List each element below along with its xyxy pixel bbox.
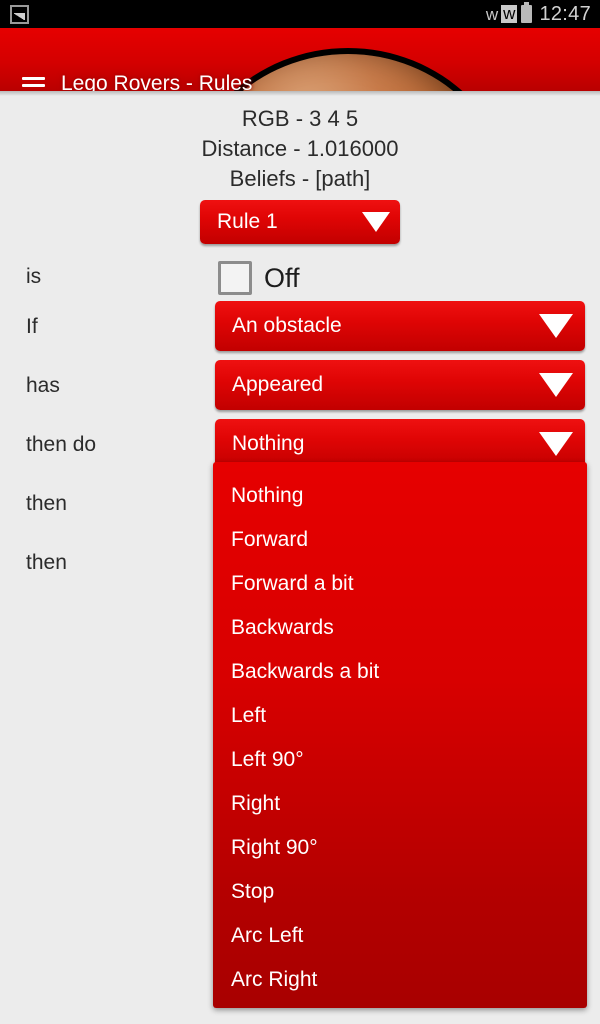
chevron-down-icon: [539, 314, 573, 338]
dropdown-option[interactable]: Forward a bit: [213, 562, 587, 606]
dropdown-option[interactable]: Nothing: [213, 474, 587, 518]
page-title: Lego Rovers - Rules: [61, 72, 253, 91]
row-label-if: If: [26, 315, 38, 338]
rule-enabled-state-label: Off: [264, 263, 300, 293]
image-icon: [10, 4, 29, 24]
dropdown-option[interactable]: Arc Left: [213, 914, 587, 958]
dropdown-option[interactable]: Stop: [213, 870, 587, 914]
status-bar: w w 12:47: [0, 0, 600, 28]
bluetooth-icon: w: [485, 4, 498, 24]
app-root: w w 12:47 Lego Rovers - Rules RGB - 3 4 …: [0, 0, 600, 1024]
dropdown-option[interactable]: Right 90°: [213, 826, 587, 870]
status-bar-left: [0, 4, 29, 24]
dropdown-option[interactable]: Backwards: [213, 606, 587, 650]
sensor-readouts: RGB - 3 4 5 Distance - 1.016000 Beliefs …: [0, 104, 600, 194]
dropdown-option[interactable]: Backwards a bit: [213, 650, 587, 694]
row-label-then-1: then: [26, 492, 67, 515]
status-bar-clock: 12:47: [539, 2, 591, 25]
dropdown-option[interactable]: Left 90°: [213, 738, 587, 782]
rgb-readout: RGB - 3 4 5: [241, 106, 359, 131]
dropdown-option[interactable]: Left: [213, 694, 587, 738]
if-condition-spinner[interactable]: An obstacle: [215, 301, 585, 351]
row-label-then-2: then: [26, 551, 67, 574]
rule-selector-spinner[interactable]: Rule 1: [200, 200, 400, 244]
has-condition-value: Appeared: [232, 373, 324, 396]
dropdown-option[interactable]: Arc Right: [213, 958, 587, 1002]
row-label-then-do: then do: [26, 433, 97, 456]
dropdown-option[interactable]: Right: [213, 782, 587, 826]
bluetooth-connected-icon: w: [501, 4, 518, 23]
then-do-action-value: Nothing: [232, 432, 305, 455]
chevron-down-icon: [539, 373, 573, 397]
app-bar-shadow: [0, 91, 600, 96]
beliefs-readout: Beliefs - [path]: [229, 166, 371, 191]
row-label-has: has: [26, 374, 60, 397]
dropdown-option[interactable]: Forward: [213, 518, 587, 562]
battery-icon: [521, 2, 533, 23]
rule-selector-value: Rule 1: [217, 210, 278, 233]
chevron-down-icon: [539, 432, 573, 456]
rule-enabled-checkbox[interactable]: [218, 261, 252, 295]
if-condition-value: An obstacle: [232, 314, 342, 337]
app-bar: Lego Rovers - Rules: [0, 28, 600, 91]
hamburger-menu-icon[interactable]: [22, 77, 45, 91]
distance-readout: Distance - 1.016000: [201, 136, 399, 161]
status-bar-right: w w 12:47: [485, 2, 600, 26]
action-dropdown-list[interactable]: Nothing Forward Forward a bit Backwards Back…: [213, 462, 587, 1008]
chevron-down-icon: [362, 212, 390, 232]
has-condition-spinner[interactable]: Appeared: [215, 360, 585, 410]
row-label-is: is: [26, 265, 42, 288]
